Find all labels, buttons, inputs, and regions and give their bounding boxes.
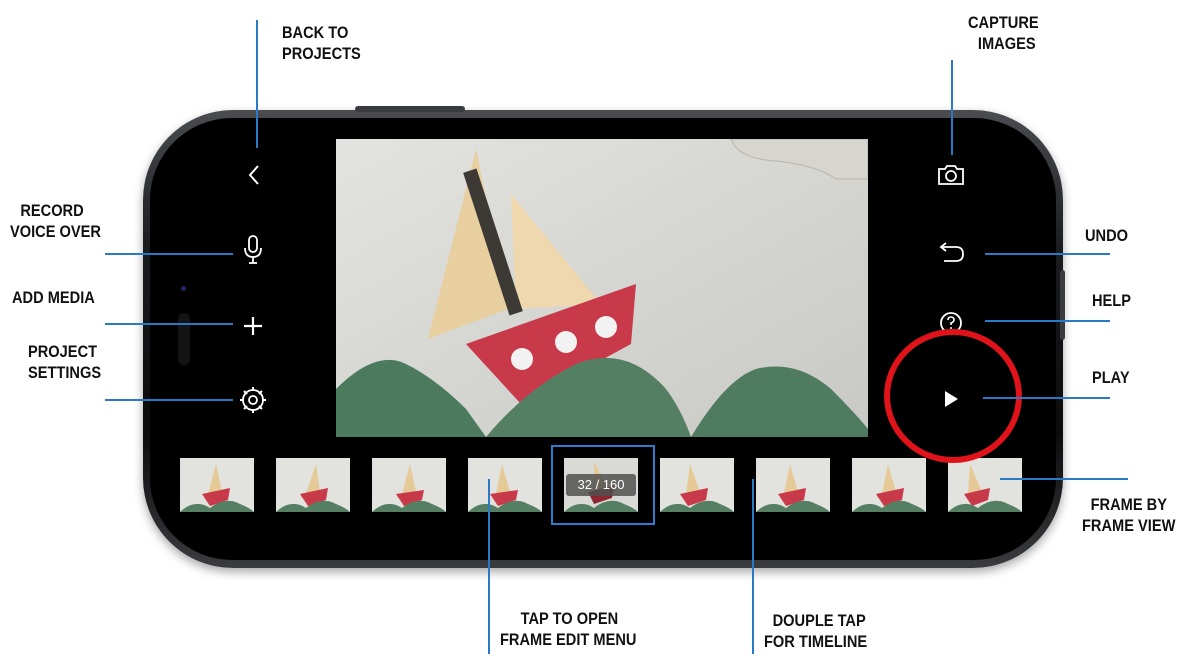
callout-line-record xyxy=(105,253,233,255)
side-button-bottom-2 xyxy=(345,563,455,568)
label-line: VOICE OVER xyxy=(10,222,101,241)
project-settings-button[interactable] xyxy=(236,383,270,417)
volume-button xyxy=(355,106,465,112)
thumb-image xyxy=(276,458,350,512)
label-help: HELP xyxy=(1092,291,1131,310)
thumb-image xyxy=(372,458,446,512)
callout-line-help xyxy=(985,320,1110,322)
plus-icon xyxy=(244,317,262,335)
label-line: DOUPLE TAP xyxy=(772,611,866,630)
frame-counter: 32 / 160 xyxy=(566,474,636,496)
gear-icon xyxy=(240,387,266,413)
frame-thumb[interactable] xyxy=(372,458,446,512)
label-line: PROJECTS xyxy=(282,44,361,63)
frame-thumb[interactable] xyxy=(276,458,350,512)
label-line: BACK TO xyxy=(282,23,349,42)
label-capture-images: CAPTURE IMAGES xyxy=(968,12,1039,54)
frame-thumb[interactable] xyxy=(468,458,542,512)
undo-button[interactable] xyxy=(934,240,968,266)
label-back-to-projects: BACK TO PROJECTS xyxy=(282,22,361,64)
label-line: RECORD xyxy=(20,201,84,220)
callout-line-double-tap xyxy=(752,479,754,654)
label-double-tap: DOUPLE TAP FOR TIMELINE xyxy=(764,610,867,652)
callout-line-play xyxy=(983,397,1110,399)
label-line: FRAME VIEW xyxy=(1082,516,1176,535)
frame-thumb[interactable] xyxy=(852,458,926,512)
label-play: PLAY xyxy=(1092,368,1130,387)
label-line: FRAME EDIT MENU xyxy=(500,630,637,649)
app-annotation-diagram: 32 / 160 BACK TO PROJECTS CAPTURE IMAGES… xyxy=(0,0,1200,659)
callout-line-back xyxy=(256,20,258,148)
power-button xyxy=(1060,270,1065,340)
label-tap-to-open: TAP TO OPEN FRAME EDIT MENU xyxy=(500,608,636,650)
side-button-bottom-1 xyxy=(265,563,325,568)
callout-line-add-media xyxy=(105,323,233,325)
label-undo: UNDO xyxy=(1085,226,1129,245)
frame-thumb[interactable] xyxy=(948,458,1022,512)
label-line: TAP TO OPEN xyxy=(520,609,619,628)
boat-frame-image xyxy=(336,139,868,437)
label-line: PROJECT xyxy=(28,342,98,361)
play-highlight-circle xyxy=(884,329,1022,463)
thumb-image xyxy=(948,458,1022,512)
label-line: CAPTURE xyxy=(968,13,1039,32)
thumb-image xyxy=(756,458,830,512)
label-line: FOR TIMELINE xyxy=(764,632,868,651)
add-media-button[interactable] xyxy=(238,311,268,341)
frame-preview[interactable] xyxy=(336,139,868,437)
capture-images-button[interactable] xyxy=(934,160,968,190)
microphone-icon xyxy=(244,235,262,264)
record-voice-over-button[interactable] xyxy=(238,232,268,268)
callout-line-settings xyxy=(105,399,233,401)
thumb-image xyxy=(852,458,926,512)
label-line: IMAGES xyxy=(977,34,1036,53)
label-line: SETTINGS xyxy=(28,363,102,382)
callout-line-undo xyxy=(985,253,1110,255)
chevron-left-icon xyxy=(248,165,259,185)
label-record-voice-over: RECORD VOICE OVER xyxy=(10,200,101,242)
camera-icon xyxy=(938,165,964,185)
callout-line-tap-open xyxy=(488,479,490,654)
frame-thumb[interactable] xyxy=(756,458,830,512)
front-camera-icon xyxy=(181,286,186,291)
speaker-grille xyxy=(178,313,190,365)
thumb-image xyxy=(660,458,734,512)
back-button[interactable] xyxy=(240,160,268,190)
thumb-image xyxy=(468,458,542,512)
callout-line-capture xyxy=(951,60,953,155)
undo-icon xyxy=(939,242,964,262)
thumb-image xyxy=(180,458,254,512)
label-add-media: ADD MEDIA xyxy=(12,288,95,307)
label-line: FRAME BY xyxy=(1090,495,1167,514)
label-frame-by-frame-view: FRAME BY FRAME VIEW xyxy=(1082,494,1175,536)
frame-thumb[interactable] xyxy=(660,458,734,512)
callout-line-frame-view xyxy=(1000,478,1128,480)
label-project-settings: PROJECT SETTINGS xyxy=(28,341,101,383)
frame-thumb[interactable] xyxy=(180,458,254,512)
